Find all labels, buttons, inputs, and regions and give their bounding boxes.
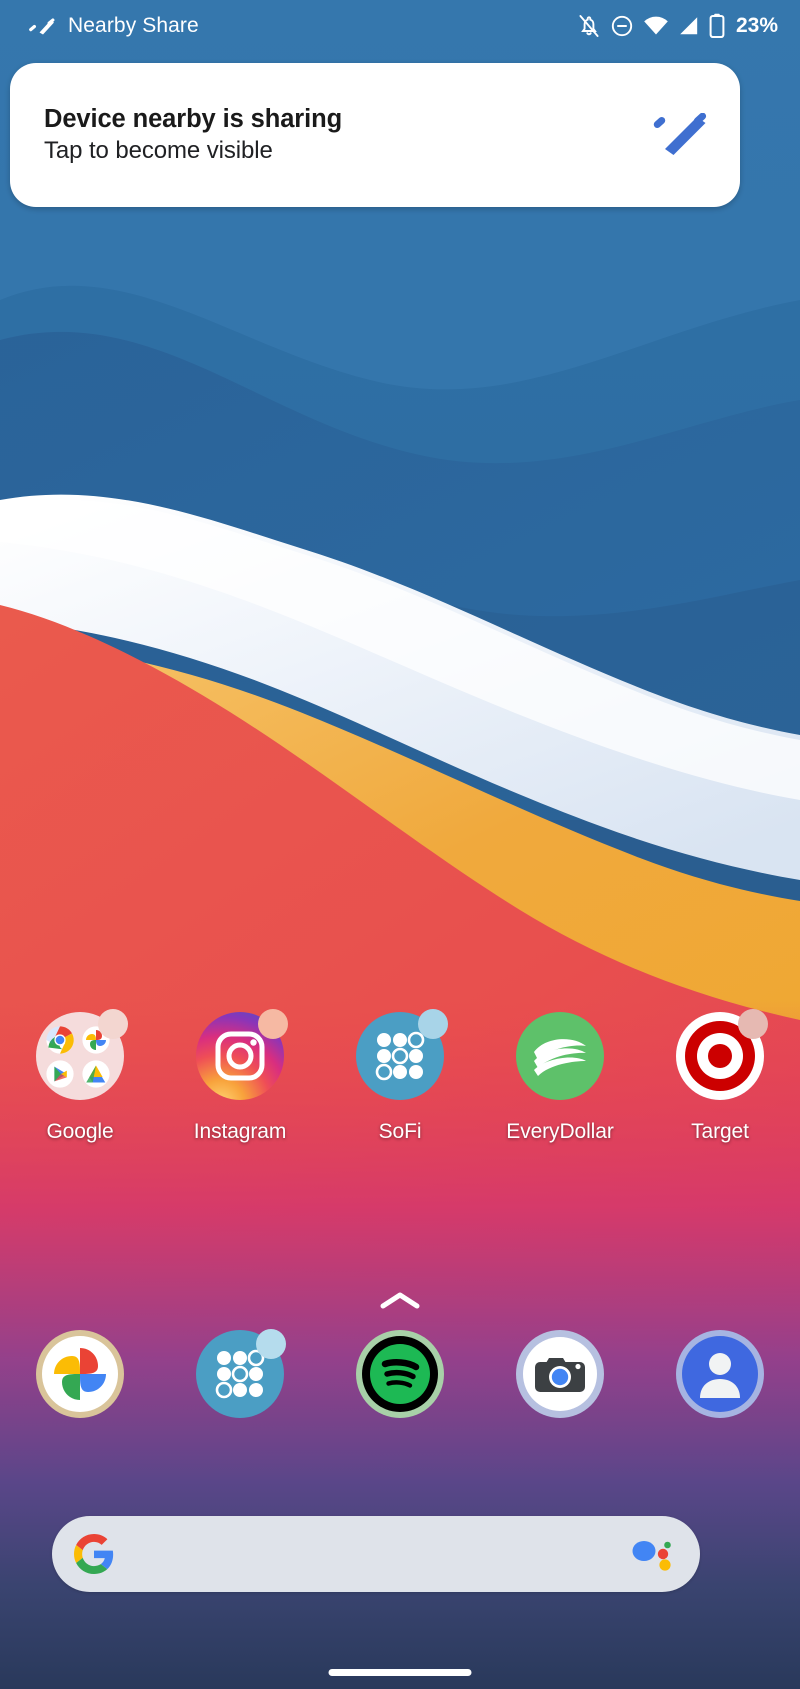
dock-icon-sofi[interactable]	[160, 1329, 320, 1418]
everydollar-icon-wrap[interactable]	[516, 1012, 604, 1100]
battery-icon	[709, 13, 725, 38]
google-photos-icon-wrap[interactable]	[36, 1330, 124, 1418]
wallpaper-waves	[0, 0, 800, 1689]
status-bar-right: 23%	[577, 13, 778, 39]
app-drawer-handle[interactable]	[0, 1290, 800, 1312]
status-bar-app-name: Nearby Share	[68, 14, 199, 37]
nearby-share-icon	[653, 113, 707, 155]
notification-dot	[256, 1329, 286, 1359]
notifications-silenced-icon	[579, 15, 599, 37]
home-gesture-pill[interactable]	[328, 1669, 472, 1676]
notification-dot	[98, 1009, 128, 1039]
camera-icon	[516, 1330, 604, 1418]
app-label: Instagram	[193, 1120, 287, 1143]
home-app-grid: Google Instagram SoFi EveryDollar Target	[0, 1009, 800, 1144]
app-icon-sofi[interactable]: SoFi	[320, 1009, 480, 1144]
camera-icon-wrap[interactable]	[516, 1330, 604, 1418]
app-label: Google	[46, 1120, 114, 1143]
app-label: Target	[691, 1120, 749, 1143]
android-home-screen: Nearby Share 23% Device nearby is sharin…	[0, 0, 800, 1689]
google-folder-icon-wrap[interactable]	[36, 1009, 128, 1100]
contacts-icon-wrap[interactable]	[676, 1330, 764, 1418]
dock-icon-spotify[interactable]	[320, 1330, 480, 1418]
instagram-icon-wrap[interactable]	[196, 1009, 288, 1100]
app-icon-google[interactable]: Google	[0, 1009, 160, 1144]
sofi-icon-wrap[interactable]	[196, 1329, 286, 1418]
do-not-disturb-icon	[611, 15, 633, 37]
app-label: EveryDollar	[506, 1120, 614, 1143]
app-icon-target[interactable]: Target	[640, 1009, 800, 1144]
everydollar-icon	[516, 1012, 604, 1100]
notification-dot	[258, 1009, 288, 1039]
wifi-icon	[644, 16, 668, 35]
app-icon-everydollar[interactable]: EveryDollar	[480, 1012, 640, 1144]
dock	[0, 1329, 800, 1418]
app-label: SoFi	[378, 1120, 422, 1143]
battery-percentage: 23%	[735, 14, 778, 37]
dock-icon-camera[interactable]	[480, 1330, 640, 1418]
google-g-icon[interactable]	[74, 1534, 114, 1574]
contacts-icon	[676, 1330, 764, 1418]
notification-title: Device nearby is sharing	[44, 105, 343, 134]
sofi-icon-wrap[interactable]	[356, 1009, 448, 1100]
notification-dot	[738, 1009, 768, 1039]
nearby-share-notification[interactable]: Device nearby is sharing Tap to become v…	[10, 63, 740, 207]
spotify-icon	[356, 1330, 444, 1418]
cellular-signal-icon	[680, 17, 698, 35]
target-icon-wrap[interactable]	[676, 1009, 768, 1100]
notification-dot	[418, 1009, 448, 1039]
spotify-icon-wrap[interactable]	[356, 1330, 444, 1418]
dock-icon-google-photos[interactable]	[0, 1330, 160, 1418]
dock-icon-contacts[interactable]	[640, 1330, 800, 1418]
google-photos-icon	[36, 1330, 124, 1418]
google-assistant-icon[interactable]	[632, 1537, 674, 1571]
app-icon-instagram[interactable]: Instagram	[160, 1009, 320, 1144]
google-search-bar[interactable]	[52, 1516, 700, 1592]
nearby-share-icon	[29, 18, 55, 35]
chevron-up-icon[interactable]	[379, 1290, 421, 1312]
notification-text-block: Device nearby is sharing Tap to become v…	[44, 104, 652, 165]
status-bar[interactable]: Nearby Share 23%	[0, 0, 800, 52]
status-bar-left: Nearby Share	[28, 14, 577, 38]
notification-subtitle: Tap to become visible	[44, 137, 273, 165]
